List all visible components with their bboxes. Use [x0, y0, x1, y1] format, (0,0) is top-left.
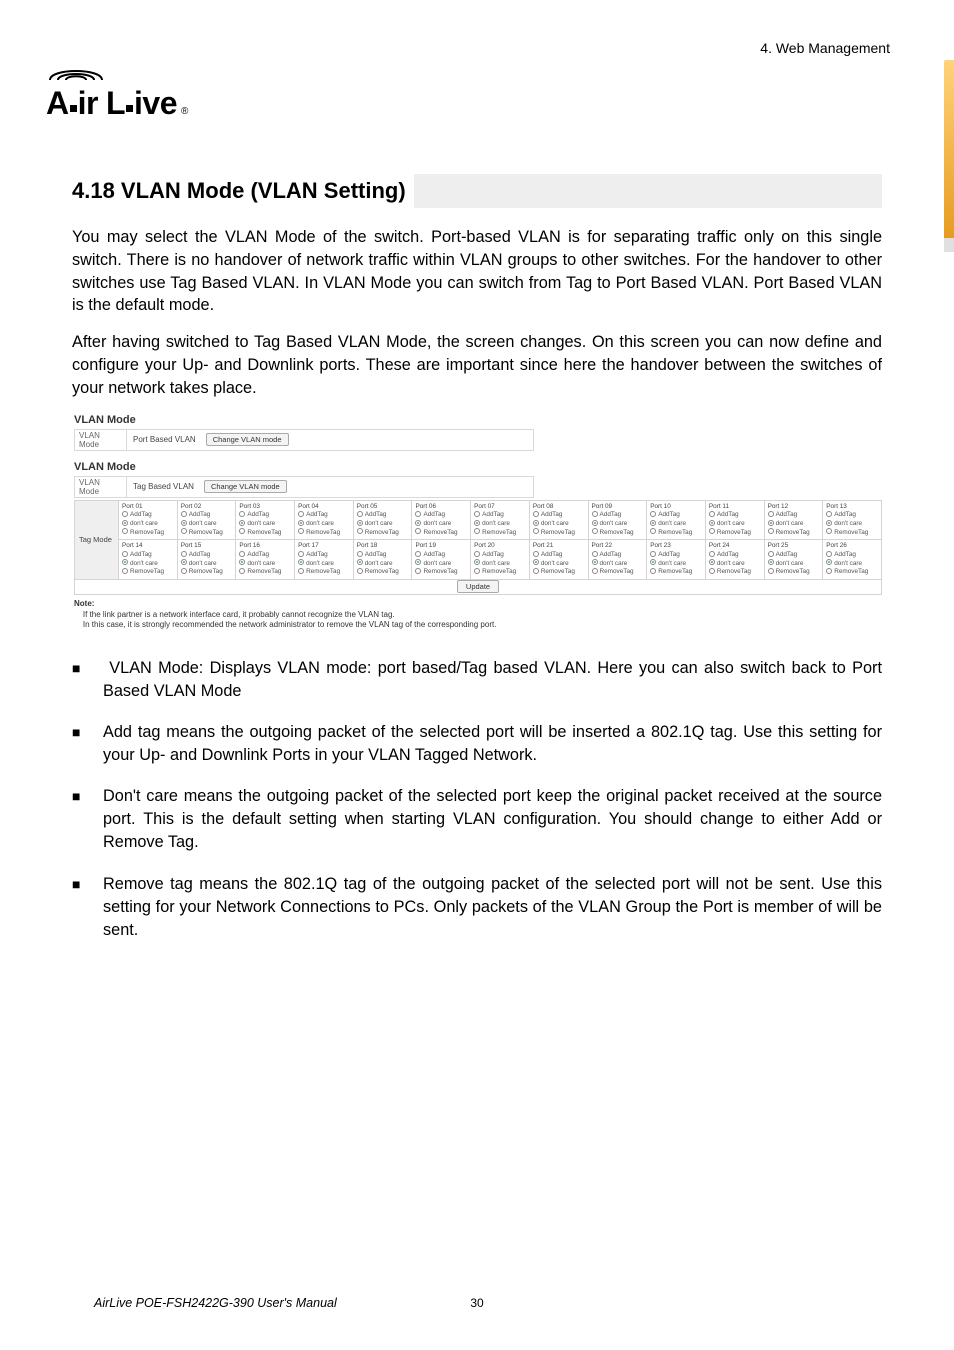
bullet-text-4: Remove tag means the 802.1Q tag of the o… [103, 873, 882, 942]
port-cell: Port 26AddTagdon't careRemoveTag [823, 540, 882, 580]
list-item: ■ Don't care means the outgoing packet o… [72, 785, 882, 854]
change-vlan-mode-button-2[interactable]: Change VLAN mode [204, 480, 287, 493]
brand-logo: A ir L ive ® [46, 56, 188, 122]
port-cell: Port 02AddTagdon't careRemoveTag [177, 500, 236, 540]
port-cell: Port 04AddTagdon't careRemoveTag [295, 500, 354, 540]
page-accent [944, 60, 954, 240]
panel1-title: VLAN Mode [74, 414, 882, 426]
registered-icon: ® [181, 106, 188, 117]
port-cell: Port 05AddTagdon't careRemoveTag [353, 500, 412, 540]
change-vlan-mode-button[interactable]: Change VLAN mode [206, 433, 289, 446]
bullet-list: ■ VLAN Mode: Displays VLAN mode: port ba… [72, 657, 882, 942]
port-cell: Port 13AddTagdon't careRemoveTag [823, 500, 882, 540]
port-cell: Port 11AddTagdon't careRemoveTag [705, 500, 764, 540]
port-cell: Port 07AddTagdon't careRemoveTag [471, 500, 530, 540]
bullet-square-icon: ■ [72, 657, 85, 703]
port-cell: Port 06AddTagdon't careRemoveTag [412, 500, 471, 540]
bullet-text-2: Add tag means the outgoing packet of the… [103, 721, 882, 767]
port-cell: Port 09AddTagdon't careRemoveTag [588, 500, 647, 540]
bullet-square-icon: ■ [72, 721, 85, 767]
port-cell: Port 18AddTagdon't careRemoveTag [353, 540, 412, 580]
vlan-mode-value-tagbased: Tag Based VLAN [127, 482, 200, 491]
note-block: Note: If the link partner is a network i… [74, 599, 882, 630]
list-item: ■ VLAN Mode: Displays VLAN mode: port ba… [72, 657, 882, 703]
port-cell: Port 12AddTagdon't careRemoveTag [764, 500, 823, 540]
port-cell: Port 08AddTagdon't careRemoveTag [529, 500, 588, 540]
tag-mode-side-label: Tag Mode [75, 500, 119, 579]
footer-page-number: 30 [470, 1296, 483, 1310]
port-cell: Port 25AddTagdon't careRemoveTag [764, 540, 823, 580]
port-cell: Port 19AddTagdon't careRemoveTag [412, 540, 471, 580]
section-title: 4.18 VLAN Mode (VLAN Setting) [72, 174, 414, 208]
port-cell: Port 03AddTagdon't careRemoveTag [236, 500, 295, 540]
logo-text-ive: ive [134, 85, 177, 122]
bullet-square-icon: ■ [72, 785, 85, 854]
vlan-mode-label: VLAN Mode [75, 429, 127, 451]
list-item: ■ Remove tag means the 802.1Q tag of the… [72, 873, 882, 942]
vlan-mode-label-2: VLAN Mode [75, 476, 127, 498]
tag-mode-table: Tag Mode Port 01AddTagdon't careRemoveTa… [74, 500, 882, 596]
footer-manual-title: AirLive POE-FSH2422G-390 User's Manual [94, 1296, 337, 1310]
port-cell: Port 24AddTagdon't careRemoveTag [705, 540, 764, 580]
logo-text-l: L [106, 85, 125, 122]
list-item: ■ Add tag means the outgoing packet of t… [72, 721, 882, 767]
bullet-text-1: VLAN Mode: Displays VLAN mode: port base… [103, 657, 882, 703]
port-cell: Port 23AddTagdon't careRemoveTag [647, 540, 706, 580]
port-cell: Port 01AddTagdon't careRemoveTag [119, 500, 178, 540]
screenshot-vlan-mode: VLAN Mode VLAN Mode Port Based VLAN Chan… [74, 414, 882, 631]
port-cell: Port 17AddTagdon't careRemoveTag [295, 540, 354, 580]
logo-text-ir: ir [78, 85, 98, 122]
wifi-arcs-icon [46, 56, 106, 84]
paragraph-2: After having switched to Tag Based VLAN … [72, 331, 882, 399]
logo-dot-1 [70, 105, 77, 112]
logo-dot-2 [126, 105, 133, 112]
bullet-text-3: Don't care means the outgoing packet of … [103, 785, 882, 854]
page-accent-shadow [944, 238, 954, 252]
panel2-title: VLAN Mode [74, 461, 882, 473]
port-cell: Port 16AddTagdon't careRemoveTag [236, 540, 295, 580]
port-cell: Port 10AddTagdon't careRemoveTag [647, 500, 706, 540]
paragraph-1: You may select the VLAN Mode of the swit… [72, 226, 882, 317]
port-cell: Port 14AddTagdon't careRemoveTag [119, 540, 178, 580]
section-title-bar: 4.18 VLAN Mode (VLAN Setting) [72, 174, 882, 208]
port-cell: Port 15AddTagdon't careRemoveTag [177, 540, 236, 580]
port-cell: Port 21AddTagdon't careRemoveTag [529, 540, 588, 580]
logo-text-a: A [46, 85, 69, 122]
port-cell: Port 22AddTagdon't careRemoveTag [588, 540, 647, 580]
chapter-header: 4. Web Management [760, 40, 890, 56]
bullet-square-icon: ■ [72, 873, 85, 942]
update-button[interactable]: Update [457, 580, 499, 593]
port-cell: Port 20AddTagdon't careRemoveTag [471, 540, 530, 580]
vlan-mode-value-portbased: Port Based VLAN [127, 435, 202, 444]
